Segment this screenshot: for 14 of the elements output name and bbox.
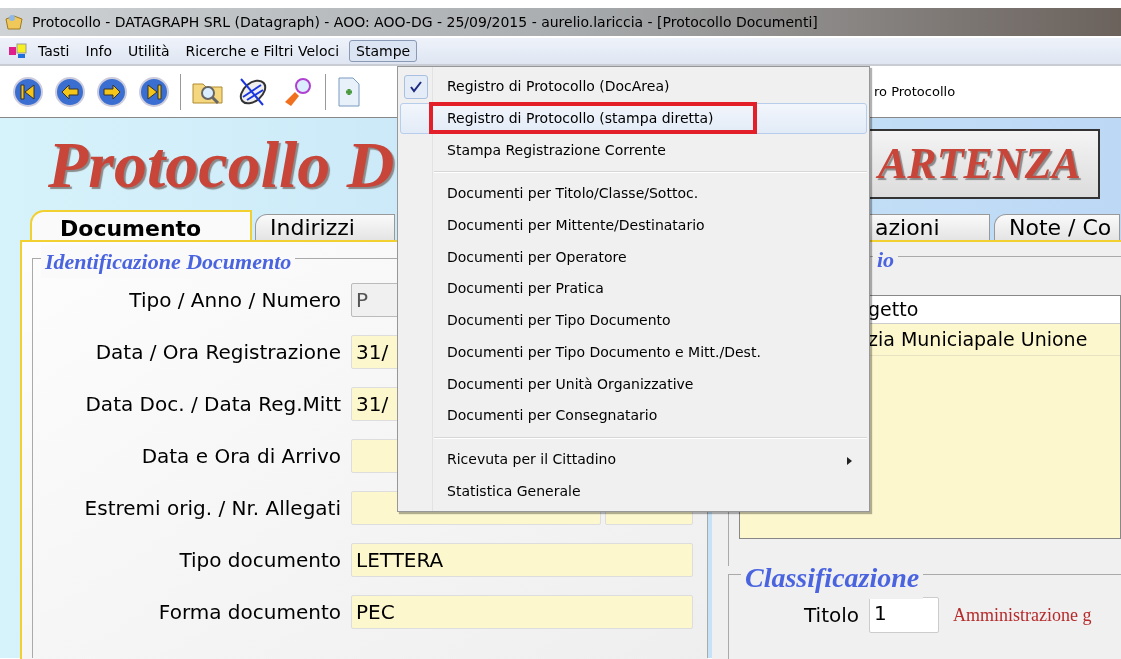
toolbar-caption: ro Protocollo bbox=[874, 82, 956, 101]
table-cell-text: zia Municiapale Unione bbox=[868, 327, 1088, 353]
field-label: Tipo / Anno / Numero bbox=[128, 287, 342, 314]
field-label: Data / Ora Registrazione bbox=[94, 339, 342, 366]
field-label: Titolo bbox=[802, 602, 860, 629]
field-label: Estremi orig. / Nr. Allegati bbox=[83, 495, 342, 522]
field-label: Data e Ora di Arrivo bbox=[140, 443, 342, 470]
form-heading: Protocollo D bbox=[48, 126, 395, 203]
window-title: Protocollo - DATAGRAPH SRL (Datagraph) - AOO: AOO-DG - 25/09/2015 - aurelio.lariccia - [Protocollo Documenti] bbox=[32, 12, 818, 32]
column-header: getto bbox=[868, 297, 919, 323]
field-label: Tipo documento bbox=[178, 547, 342, 574]
field-label: Data Doc. / Data Reg.Mitt bbox=[84, 391, 342, 418]
field-label: Forma documento bbox=[157, 599, 342, 626]
classification-description: Amministrazione g bbox=[953, 603, 1092, 627]
